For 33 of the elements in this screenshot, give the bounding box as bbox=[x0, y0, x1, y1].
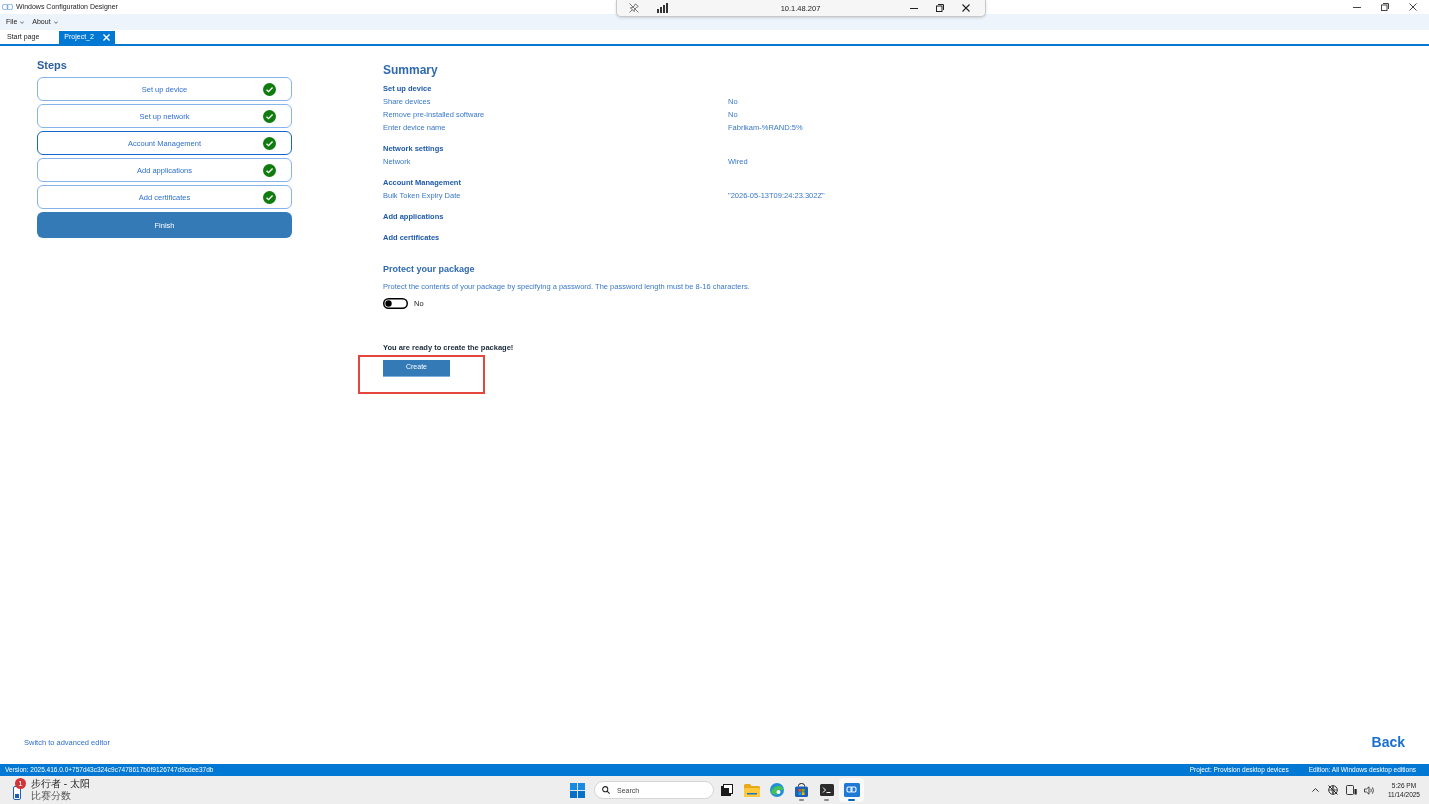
phone-icon bbox=[13, 786, 21, 800]
close-icon bbox=[1409, 3, 1417, 11]
search-icon bbox=[602, 786, 610, 794]
folder-icon bbox=[743, 783, 760, 797]
steps-heading: Steps bbox=[37, 58, 68, 72]
shopping-bag-icon bbox=[795, 783, 808, 797]
toggle-switch[interactable] bbox=[383, 298, 408, 309]
caret-icon bbox=[20, 20, 25, 24]
restore-icon bbox=[1381, 3, 1389, 11]
widget-title: 步行者 - 太阳 bbox=[31, 778, 90, 790]
close-icon bbox=[962, 4, 970, 12]
notification-badge: 1 bbox=[15, 778, 26, 789]
minimize-icon bbox=[910, 7, 918, 9]
overlapping-squares-icon bbox=[720, 784, 733, 796]
speaker-icon bbox=[1363, 785, 1375, 795]
back-link[interactable]: Back bbox=[1371, 734, 1405, 751]
caret-icon bbox=[53, 20, 58, 24]
chevron-up-icon bbox=[1311, 788, 1319, 792]
terminal-icon bbox=[819, 784, 834, 796]
globe-off-icon bbox=[1328, 785, 1339, 795]
close-icon bbox=[102, 34, 110, 41]
widget-subtitle: 比赛分数 bbox=[31, 790, 72, 802]
restore-icon bbox=[936, 4, 944, 12]
device-icon bbox=[1345, 785, 1357, 795]
browser-icon bbox=[769, 783, 784, 797]
summary-heading: Summary bbox=[383, 63, 439, 77]
pin-off-icon[interactable] bbox=[629, 3, 639, 13]
minimize-icon bbox=[1353, 6, 1361, 8]
windows-logo-icon bbox=[570, 782, 585, 798]
protect-heading: Protect your package bbox=[383, 262, 476, 276]
app-logo-icon bbox=[843, 783, 860, 797]
app-logo-icon bbox=[2, 4, 13, 10]
signal-icon bbox=[657, 3, 668, 13]
